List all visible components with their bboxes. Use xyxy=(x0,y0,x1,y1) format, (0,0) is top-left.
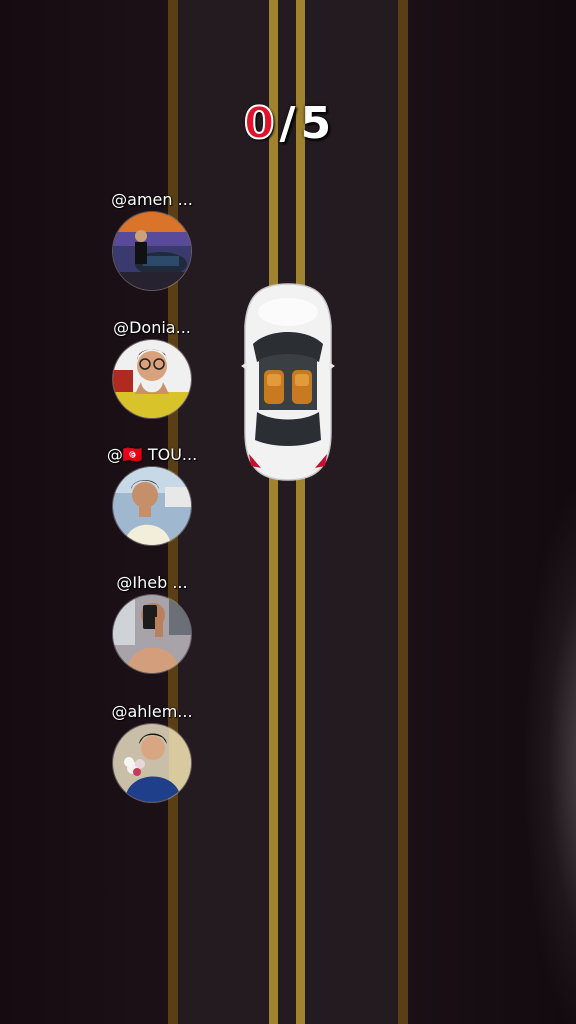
player-entry[interactable]: @amen ... xyxy=(100,190,204,291)
player-name: @amen ... xyxy=(111,190,193,209)
player-entry[interactable]: @Iheb ... xyxy=(100,573,204,674)
score-current: 0 xyxy=(243,97,276,150)
avatar-woman-with-flowers-icon xyxy=(112,723,192,803)
avatar-man-with-car-icon xyxy=(112,211,192,291)
car-icon xyxy=(241,283,335,481)
score-total: 5 xyxy=(300,98,333,149)
player-name: @🇹🇳 TOU... xyxy=(106,445,198,464)
game-stage: 0/5 @amen ... @Donia... @🇹🇳 TOU... @Iheb… xyxy=(0,0,576,1024)
background-glow xyxy=(526,480,576,1024)
road xyxy=(168,0,408,1024)
player-name: @Donia... xyxy=(113,318,191,337)
center-line-left xyxy=(269,0,278,1024)
player-name: @ahlem... xyxy=(111,702,193,721)
player-name: @Iheb ... xyxy=(116,573,188,592)
score-counter: 0/5 xyxy=(0,97,576,150)
player-entry[interactable]: @ahlem... xyxy=(100,702,204,803)
avatar-young-man-icon xyxy=(112,466,192,546)
player-entry[interactable]: @🇹🇳 TOU... xyxy=(100,445,204,546)
avatar-selfie-phone-icon xyxy=(112,594,192,674)
center-line-right xyxy=(296,0,305,1024)
avatar-woman-with-glasses-icon xyxy=(112,339,192,419)
player-entry[interactable]: @Donia... xyxy=(100,318,204,419)
road-edge-right xyxy=(398,0,408,1024)
score-separator: / xyxy=(279,98,297,149)
